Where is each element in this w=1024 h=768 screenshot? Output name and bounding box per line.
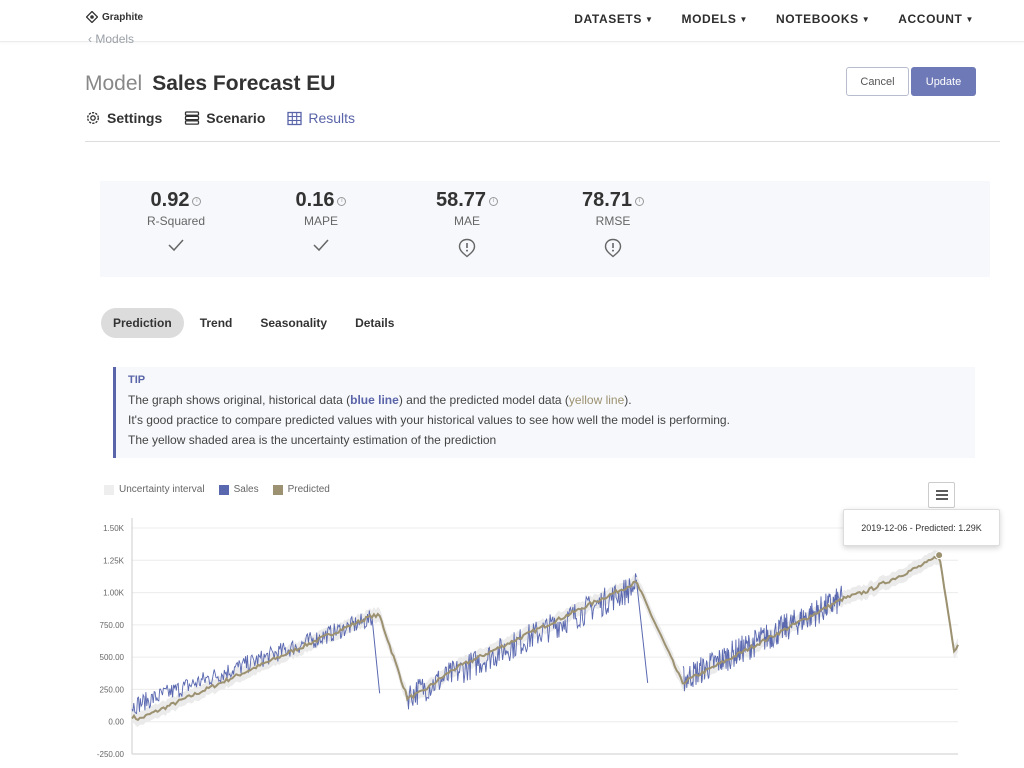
legend-label: Predicted	[287, 484, 330, 495]
y-tick-label: 1.25K	[103, 556, 125, 565]
page-title: Model Sales Forecast EU	[85, 72, 335, 96]
nav-datasets-label: DATASETS	[574, 12, 642, 26]
hover-point	[935, 551, 944, 560]
metric-label: R-Squared	[146, 214, 206, 228]
caret-down-icon: ▼	[861, 15, 871, 24]
nav-models[interactable]: MODELS ▼	[682, 12, 748, 26]
metric-label: RMSE	[595, 214, 631, 228]
tab-trend[interactable]: Trend	[188, 308, 245, 338]
back-link-label: Models	[95, 32, 135, 46]
metric-value: 58.77	[435, 189, 487, 211]
info-icon[interactable]: i	[635, 197, 645, 206]
metric-mape: 0.16 i MAPE	[261, 189, 381, 252]
tab-seasonality[interactable]: Seasonality	[248, 308, 339, 338]
tip-line-3: The yellow shaded area is the uncertaint…	[128, 433, 497, 447]
alert-icon	[458, 238, 476, 258]
metrics-panel: 0.92 i R-Squared 0.16 i MAPE 58.77 i MAE 78…	[100, 181, 990, 277]
info-icon[interactable]: i	[337, 197, 347, 206]
alert-icon	[604, 238, 622, 258]
hamburger-menu-icon	[935, 490, 948, 500]
metric-value: 0.16	[295, 189, 335, 211]
legend-label: Uncertainty interval	[119, 484, 205, 495]
caret-down-icon: ▼	[739, 15, 748, 24]
y-tick-label: 1.00K	[103, 589, 125, 598]
tip-line-1: The graph shows original, historical dat…	[128, 390, 975, 410]
layers-icon	[185, 111, 200, 125]
tab-prediction[interactable]: Prediction	[101, 308, 184, 338]
model-name: Sales Forecast EU	[152, 72, 336, 95]
graphite-logo-icon	[86, 11, 98, 23]
tab-results-label: Results	[308, 110, 356, 126]
nav-account[interactable]: ACCOUNT ▼	[898, 12, 974, 26]
header-divider	[85, 141, 1000, 142]
tip-text: ).	[624, 393, 632, 407]
y-tick-label: 1.50K	[103, 524, 125, 533]
y-tick-label: 500.00	[100, 653, 125, 662]
tip-box: TIP The graph shows original, historical…	[113, 367, 975, 458]
legend-swatch	[218, 484, 229, 495]
check-icon	[168, 239, 184, 252]
tip-text: ) and the predicted model data (	[398, 393, 569, 407]
tab-scenario-label: Scenario	[206, 110, 266, 126]
table-icon	[287, 111, 303, 125]
tip-highlight-blue: blue line	[350, 393, 399, 407]
tab-scenario[interactable]: Scenario	[184, 110, 265, 126]
legend-sales[interactable]: Sales	[218, 484, 259, 495]
legend-predicted[interactable]: Predicted	[272, 484, 330, 495]
info-icon[interactable]: i	[192, 197, 202, 206]
legend-swatch	[104, 484, 114, 495]
caret-down-icon: ▼	[965, 15, 974, 24]
tab-results[interactable]: Results	[287, 110, 355, 126]
nav-notebooks-label: NOTEBOOKS	[775, 12, 859, 26]
tip-title: TIP	[128, 374, 146, 386]
legend-label: Sales	[233, 484, 259, 495]
metric-label: MAE	[453, 214, 480, 228]
metric-value: 0.92	[150, 189, 190, 211]
nav-models-label: MODELS	[681, 12, 737, 26]
metric-rmse: 78.71 i RMSE	[553, 189, 673, 258]
legend-uncertainty[interactable]: Uncertainty interval	[104, 484, 205, 495]
nav-account-label: ACCOUNT	[898, 12, 963, 26]
legend-swatch	[272, 484, 283, 495]
chart-tabs: Prediction Trend Seasonality Details	[101, 308, 406, 338]
main-nav: DATASETS ▼ MODELS ▼ NOTEBOOKS ▼ ACCOUNT ▼	[574, 12, 974, 26]
y-tick-label: 750.00	[100, 621, 125, 630]
logo-text: Graphite	[102, 11, 144, 23]
metric-label: MAPE	[303, 214, 338, 228]
back-to-models-link[interactable]: ‹ Models	[88, 32, 134, 46]
metric-r-squared: 0.92 i R-Squared	[116, 189, 236, 252]
tip-highlight-yellow: yellow line	[568, 393, 625, 407]
y-tick-label: 0.00	[108, 718, 124, 727]
tip-text: The graph shows original, historical dat…	[128, 393, 351, 407]
top-navbar: Graphite DATASETS ▼ MODELS ▼ NOTEBOOKS ▼ AC…	[0, 0, 1024, 42]
metric-mae: 58.77 i MAE	[407, 189, 527, 258]
nav-notebooks[interactable]: NOTEBOOKS ▼	[776, 12, 870, 26]
chart-legend: Uncertainty interval Sales Predicted	[104, 484, 330, 495]
page-title-prefix: Model	[85, 72, 143, 95]
uncertainty-band	[132, 549, 958, 728]
tip-line-2: It's good practice to compare predicted …	[128, 413, 730, 427]
update-button[interactable]: Update	[911, 67, 976, 96]
predicted-series-line	[131, 555, 959, 722]
chart-tooltip: 2019-12-06 - Predicted: 1.29K	[843, 509, 1000, 546]
tab-settings-label: Settings	[107, 110, 163, 126]
sales-series-line	[371, 618, 381, 694]
caret-down-icon: ▼	[644, 15, 654, 24]
tab-settings[interactable]: Settings	[85, 110, 162, 126]
tab-details[interactable]: Details	[343, 308, 406, 338]
gear-icon	[86, 111, 100, 125]
y-tick-label: -250.00	[97, 750, 125, 759]
nav-datasets[interactable]: DATASETS ▼	[574, 12, 653, 26]
app-logo[interactable]: Graphite	[86, 11, 143, 23]
y-tick-label: 250.00	[100, 685, 125, 694]
info-icon[interactable]: i	[489, 197, 499, 206]
model-subtabs: Settings Scenario Results	[85, 110, 355, 126]
metric-value: 78.71	[581, 189, 633, 211]
check-icon	[313, 239, 329, 252]
cancel-button[interactable]: Cancel	[846, 67, 909, 96]
